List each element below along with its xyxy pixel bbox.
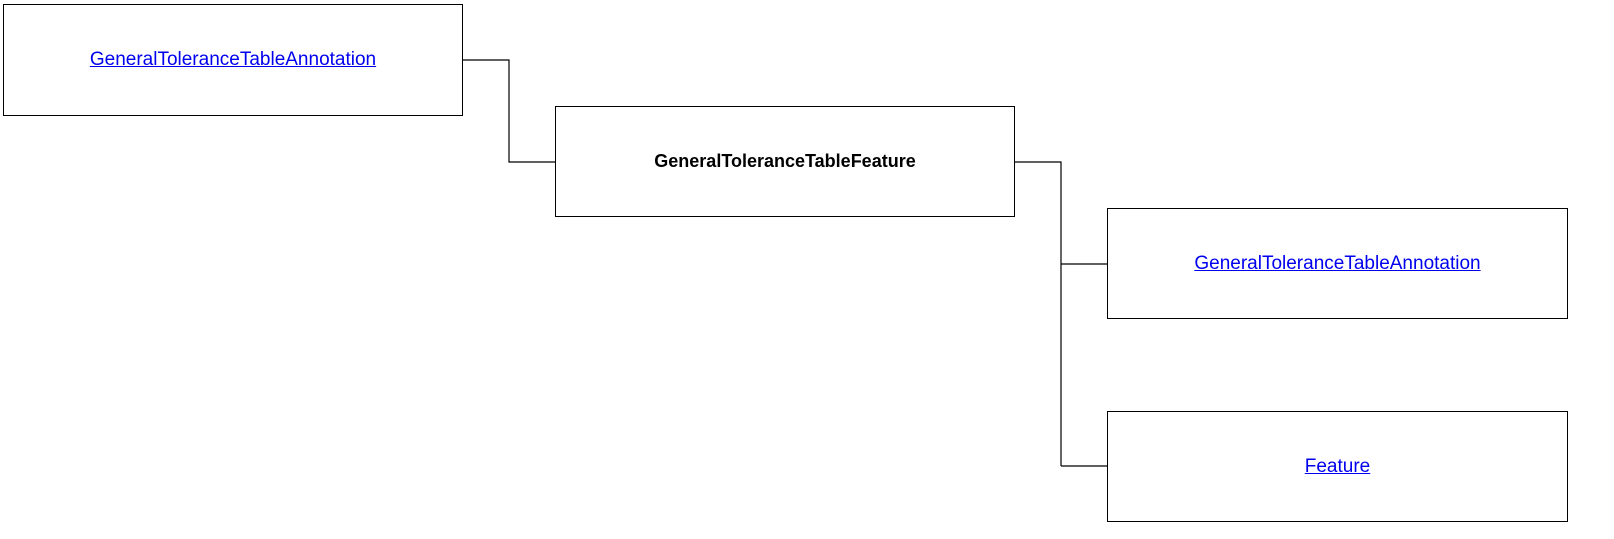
child-node-link[interactable]: GeneralToleranceTableAnnotation <box>1194 253 1480 275</box>
parent-node-link[interactable]: GeneralToleranceTableAnnotation <box>90 49 376 71</box>
parent-node-box: GeneralToleranceTableAnnotation <box>3 4 463 116</box>
child-node-link[interactable]: Feature <box>1305 456 1370 478</box>
child-node-box: GeneralToleranceTableAnnotation <box>1107 208 1568 319</box>
center-node-box: GeneralToleranceTableFeature <box>555 106 1015 217</box>
connector-center-to-children <box>1015 161 1062 466</box>
connector-parent-to-center <box>463 59 555 163</box>
child-node-box: Feature <box>1107 411 1568 522</box>
center-node-label: GeneralToleranceTableFeature <box>654 151 916 171</box>
